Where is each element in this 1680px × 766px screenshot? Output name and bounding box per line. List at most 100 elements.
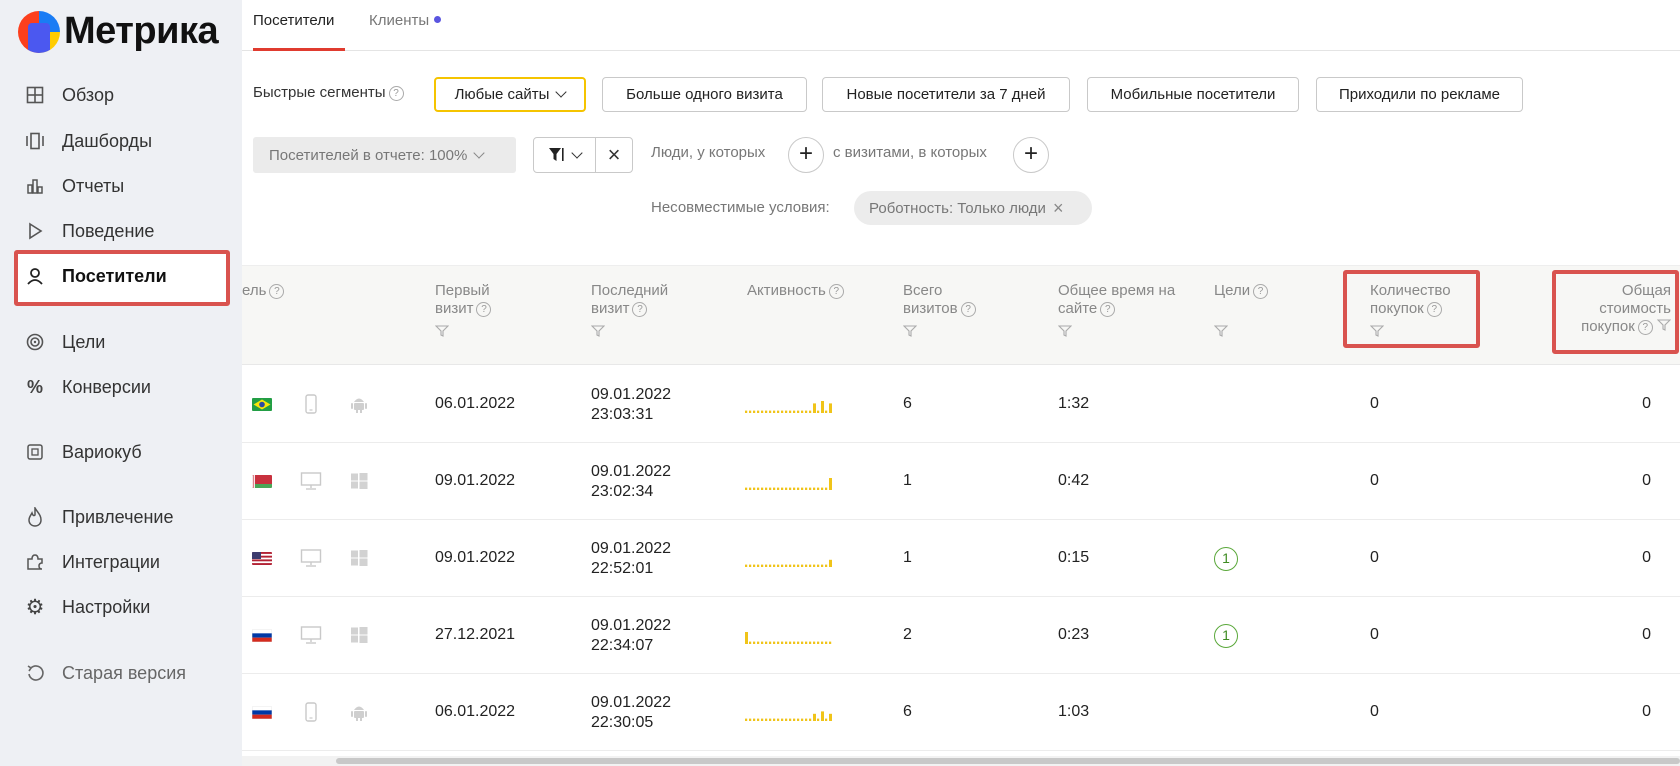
activity-bar [757, 410, 760, 413]
activity-bar [745, 410, 748, 413]
activity-bar [781, 641, 784, 644]
last-visit-cell: 09.01.2022 22:30:05 [591, 693, 671, 733]
column-header-last-visit[interactable]: Последний визит? [591, 282, 668, 342]
sidebar-item-behavior[interactable]: Поведение [22, 217, 154, 245]
dashboards-icon [22, 132, 48, 150]
column-header-purchases[interactable]: Количество покупок? [1370, 282, 1451, 342]
help-icon[interactable]: ? [1426, 302, 1442, 317]
robots-condition-chip[interactable]: Роботность: Только люди × [854, 191, 1092, 225]
last-visit-cell: 09.01.2022 23:02:34 [591, 462, 671, 502]
total-visits-cell: 1 [903, 471, 912, 489]
goals-count-badge[interactable]: 1 [1214, 546, 1238, 571]
activity-bar [797, 641, 800, 644]
activity-bar [757, 487, 760, 490]
sidebar-item-label: Старая версия [62, 662, 187, 683]
help-icon[interactable]: ? [632, 302, 648, 317]
segment-any-sites-dropdown[interactable]: Любые сайты [434, 77, 586, 112]
clear-filter-button[interactable]: × [596, 138, 632, 172]
activity-bar [769, 718, 772, 721]
sidebar-item-overview[interactable]: Обзор [22, 81, 114, 109]
filter-funnel-icon[interactable] [1657, 318, 1671, 335]
activity-bar [817, 487, 820, 490]
help-icon[interactable]: ? [828, 284, 844, 299]
sidebar-item-settings[interactable]: ⚙ Настройки [22, 593, 151, 621]
activity-bar [797, 487, 800, 490]
sidebar-item-acquisition[interactable]: Привлечение [22, 503, 173, 531]
sidebar-item-old-version[interactable]: Старая версия [22, 659, 186, 687]
sidebar-item-reports[interactable]: Отчеты [22, 172, 124, 200]
segment-more-than-one-visit-button[interactable]: Больше одного визита [602, 77, 807, 112]
logo[interactable]: Метрика [18, 10, 219, 53]
filter-funnel-icon[interactable] [1214, 324, 1268, 342]
activity-bar [809, 564, 812, 567]
purchases-cell: 0 [1370, 394, 1379, 412]
phone-icon [304, 393, 318, 419]
purchases-cell: 0 [1370, 702, 1379, 720]
column-header-first-visit[interactable]: Первый визит? [435, 282, 492, 342]
tab-visitors[interactable]: Посетители [253, 12, 334, 29]
help-icon[interactable]: ? [388, 86, 404, 101]
filter-dropdown-button[interactable] [534, 138, 596, 172]
horizontal-scrollbar[interactable] [336, 758, 1680, 764]
sidebar-item-variocube[interactable]: Вариокуб [22, 438, 142, 466]
activity-bar [829, 559, 832, 567]
goals-count-badge[interactable]: 1 [1214, 623, 1238, 648]
filter-funnel-icon[interactable] [1370, 324, 1451, 342]
help-icon[interactable]: ? [269, 284, 285, 299]
add-people-condition-button[interactable]: + [788, 137, 824, 173]
report-share-dropdown[interactable]: Посетителей в отчете: 100% [253, 137, 516, 173]
total-visits-cell: 6 [903, 394, 912, 412]
purchase-value-cell: 0 [1642, 625, 1651, 643]
last-visit-time: 23:03:31 [591, 405, 654, 423]
plus-icon: + [1023, 140, 1038, 167]
activity-bar [809, 410, 812, 413]
filter-funnel-icon[interactable] [903, 324, 976, 342]
segment-mobile-visitors-button[interactable]: Мобильные посетители [1087, 77, 1299, 112]
activity-bar [797, 564, 800, 567]
segment-new-visitors-button[interactable]: Новые посетители за 7 дней [822, 77, 1070, 112]
sidebar-item-goals[interactable]: Цели [22, 328, 105, 356]
help-icon[interactable]: ? [1100, 302, 1116, 317]
filter-toggle-group: × [533, 137, 633, 173]
column-header-total-visits[interactable]: Всего визитов? [903, 282, 976, 342]
column-header-partial: ель? [242, 282, 285, 300]
total-visits-cell: 2 [903, 625, 912, 643]
column-header-activity[interactable]: Активность? [747, 282, 844, 300]
segment-ads-visitors-button[interactable]: Приходили по рекламе [1316, 77, 1523, 112]
column-header-purchase-value[interactable]: Общая стоимость покупок? [1565, 282, 1671, 336]
close-icon[interactable]: × [1053, 198, 1064, 219]
sidebar-item-visitors[interactable]: Посетители [22, 262, 167, 290]
purchase-value-cell: 0 [1642, 394, 1651, 412]
column-header-total-time[interactable]: Общее время на сайте? [1058, 282, 1175, 342]
activity-bar [821, 564, 824, 567]
help-icon[interactable]: ? [960, 302, 976, 317]
sidebar-item-label: Цели [62, 331, 106, 352]
activity-bar [765, 718, 768, 721]
activity-bar [757, 718, 760, 721]
activity-bar [753, 718, 756, 721]
column-header-goals[interactable]: Цели? [1214, 282, 1269, 342]
activity-bar [785, 641, 788, 644]
help-icon[interactable]: ? [476, 302, 492, 317]
monitor-icon [300, 471, 322, 496]
activity-bar [789, 487, 792, 490]
sidebar-item-integrations[interactable]: Интеграции [22, 548, 160, 576]
last-visit-date: 09.01.2022 [591, 539, 672, 557]
filter-funnel-icon[interactable] [1058, 324, 1175, 342]
close-icon: × [607, 142, 621, 167]
help-icon[interactable]: ? [1253, 284, 1269, 299]
activity-bar [781, 487, 784, 490]
activity-bar [785, 487, 788, 490]
tab-clients[interactable]: Клиенты [369, 12, 442, 29]
activity-bar [777, 564, 780, 567]
filter-funnel-icon[interactable] [435, 324, 491, 342]
activity-bar [761, 410, 764, 413]
sidebar-item-conversions[interactable]: % Конверсии [22, 373, 151, 401]
activity-sparkline [745, 710, 832, 721]
sidebar-item-dashboards[interactable]: Дашборды [22, 127, 152, 155]
last-visit-time: 22:52:01 [591, 559, 654, 577]
add-visit-condition-button[interactable]: + [1013, 137, 1049, 173]
last-visit-time: 22:30:05 [591, 713, 654, 731]
help-icon[interactable]: ? [1637, 320, 1653, 335]
filter-funnel-icon[interactable] [591, 324, 668, 342]
